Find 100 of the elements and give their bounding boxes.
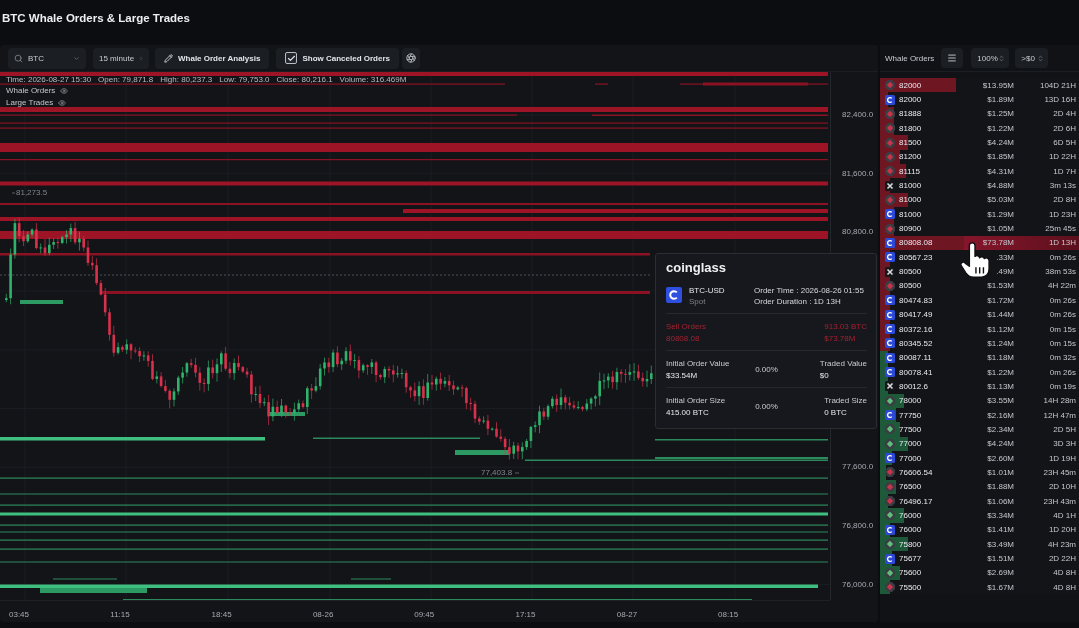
order-value: $4.24M bbox=[986, 138, 1014, 148]
exchange-diamond-icon bbox=[885, 123, 895, 134]
order-row[interactable]: 80012.6 $1.13M 0m 19s bbox=[880, 379, 1079, 394]
order-age: 25m 45s bbox=[1044, 224, 1076, 234]
order-price: 76500 bbox=[898, 482, 923, 492]
order-value: $1.22M bbox=[986, 123, 1014, 133]
order-row[interactable]: 81000 $4.88M 3m 13s bbox=[880, 178, 1079, 193]
exchange-diamond-icon bbox=[885, 424, 895, 435]
stat-value: $0 bbox=[819, 371, 829, 380]
tooltip-brand: coinglass bbox=[666, 260, 727, 277]
order-age: 2D 6H bbox=[1052, 123, 1076, 133]
order-value: $1.44M bbox=[986, 310, 1014, 320]
order-age: 0m 26s bbox=[1048, 295, 1076, 305]
exchange-diamond-icon bbox=[885, 496, 895, 507]
order-row[interactable]: 80567.23 .33M 0m 26s bbox=[880, 250, 1079, 265]
legend-label: Whale Orders bbox=[6, 86, 56, 95]
low-marker-line bbox=[514, 472, 520, 474]
menu-button[interactable] bbox=[941, 48, 964, 68]
ohlc-info-text: Volume: 316.469M bbox=[339, 75, 407, 84]
y-axis-label: 76,800.0 bbox=[842, 520, 874, 530]
min-value-select[interactable]: >$0 bbox=[1015, 48, 1049, 68]
order-price: 77500 bbox=[898, 424, 923, 434]
eye-icon[interactable] bbox=[58, 98, 67, 107]
x-axis-label: 18:45 bbox=[211, 609, 232, 619]
x-axis-label: 08:15 bbox=[718, 609, 739, 619]
order-value: $2.16M bbox=[986, 410, 1014, 420]
screenshot-button[interactable] bbox=[402, 47, 420, 69]
order-price: 80500 bbox=[898, 281, 923, 291]
scale-select[interactable]: 100% bbox=[971, 48, 1010, 68]
order-row[interactable]: 75677 $1.51M 2D 22H bbox=[880, 551, 1079, 566]
checkbox[interactable] bbox=[285, 52, 298, 64]
traded-percent: 0.00% bbox=[754, 365, 779, 374]
order-row[interactable]: 76606.54 $1.01M 23H 45m bbox=[880, 465, 1079, 480]
x-axis-label: 08-26 bbox=[312, 609, 334, 619]
order-price: 80474.83 bbox=[898, 295, 934, 305]
order-price: 81500 bbox=[898, 138, 923, 148]
order-age: 0m 26s bbox=[1048, 252, 1076, 262]
exchange-diamond-icon bbox=[885, 510, 895, 521]
up-down-chevron-icon bbox=[1037, 54, 1045, 62]
exchange-c-logo-icon bbox=[885, 553, 895, 564]
stat-label: Traded Value bbox=[819, 359, 867, 368]
menu-icon bbox=[947, 53, 958, 63]
order-price: 75800 bbox=[898, 539, 923, 549]
order-value: $1.24M bbox=[986, 338, 1014, 348]
order-row[interactable]: 80345.52 $1.24M 0m 15s bbox=[880, 336, 1079, 351]
interval-select[interactable]: 15 minute bbox=[93, 47, 149, 69]
order-row[interactable]: 75800 $3.49M 4H 23m bbox=[880, 537, 1079, 552]
order-price: 80078.41 bbox=[898, 367, 934, 377]
order-row[interactable]: 80900 $1.05M 25m 45s bbox=[880, 221, 1079, 236]
order-price: 77000 bbox=[898, 453, 923, 463]
symbol-search-field[interactable]: BTC bbox=[8, 47, 86, 69]
order-age: 1D 19H bbox=[1047, 453, 1076, 463]
order-price: 76000 bbox=[898, 511, 923, 520]
show-canceled-orders-toggle[interactable]: Show Canceled Orders bbox=[276, 47, 399, 69]
x-axis-label: 08-27 bbox=[616, 609, 638, 619]
order-row[interactable]: 82000 $1.89M 13D 16H bbox=[880, 92, 1079, 107]
high-price-marker: 81,273.5 bbox=[16, 188, 48, 197]
exchange-diamond-icon bbox=[885, 80, 895, 91]
order-price: 82000 bbox=[898, 80, 923, 90]
order-age: 2D 22H bbox=[1047, 554, 1076, 563]
y-axis-label: 77,600.0 bbox=[842, 462, 874, 472]
order-row[interactable]: 81115 $4.31M 1D 7H bbox=[880, 164, 1079, 179]
legend-label: Large Trades bbox=[6, 98, 54, 107]
order-value: $13.95M bbox=[981, 80, 1014, 90]
order-price: 81115 bbox=[898, 166, 922, 176]
order-row[interactable]: 75500 $1.67M 4D 8H bbox=[880, 580, 1079, 595]
whale-order-analysis-button[interactable]: Whale Order Analysis bbox=[155, 47, 270, 69]
order-row[interactable]: 81800 $1.22M 2D 6H bbox=[880, 121, 1079, 136]
ohlc-info-text: Time: 2026-08-27 15:30 bbox=[6, 75, 92, 84]
order-row[interactable]: 80474.83 $1.72M 0m 26s bbox=[880, 293, 1079, 308]
stat-label: Initial Order Size bbox=[666, 396, 726, 405]
order-value: $1.22M bbox=[986, 367, 1014, 377]
exchange-diamond-icon bbox=[885, 137, 895, 148]
order-row[interactable]: 81000 $1.29M 1D 23H bbox=[880, 207, 1079, 222]
order-value: $1.06M bbox=[986, 496, 1014, 506]
order-row[interactable]: 81500 $4.24M 6D 5H bbox=[880, 135, 1079, 150]
exchange-diamond-icon bbox=[885, 481, 895, 492]
order-age: 1D 23H bbox=[1047, 209, 1076, 219]
exchange-diamond-icon bbox=[885, 223, 895, 234]
eye-icon[interactable] bbox=[60, 86, 69, 95]
x-axis-label: 03:45 bbox=[9, 609, 30, 619]
order-time: Order Time : 2026-08-26 01:55 bbox=[754, 286, 864, 295]
order-value: $1.25M bbox=[986, 109, 1014, 119]
order-age: 0m 26s bbox=[1048, 310, 1076, 320]
order-age: 0m 15s bbox=[1048, 324, 1076, 334]
order-row[interactable]: 76000 $3.34M 4D 1H bbox=[880, 508, 1079, 523]
order-age: 4D 1H bbox=[1052, 511, 1076, 520]
order-price: 81000 bbox=[898, 195, 923, 205]
order-row[interactable]: 82000 $13.95M 104D 21H bbox=[880, 78, 1079, 93]
large-trade-bar bbox=[455, 450, 510, 455]
aperture-icon bbox=[406, 53, 416, 63]
order-value: $3.49M bbox=[986, 539, 1014, 549]
order-age: 1D 13H bbox=[1047, 238, 1076, 248]
coin-logo-icon bbox=[666, 287, 682, 303]
order-price: 76000 bbox=[898, 525, 923, 535]
order-value: $1.13M bbox=[986, 381, 1014, 391]
order-age: 4D 8H bbox=[1052, 582, 1076, 592]
order-row[interactable]: 77500 $2.34M 2D 5H bbox=[880, 422, 1079, 437]
order-value: $1.51M bbox=[986, 554, 1014, 563]
order-value: $1.67M bbox=[986, 582, 1014, 592]
